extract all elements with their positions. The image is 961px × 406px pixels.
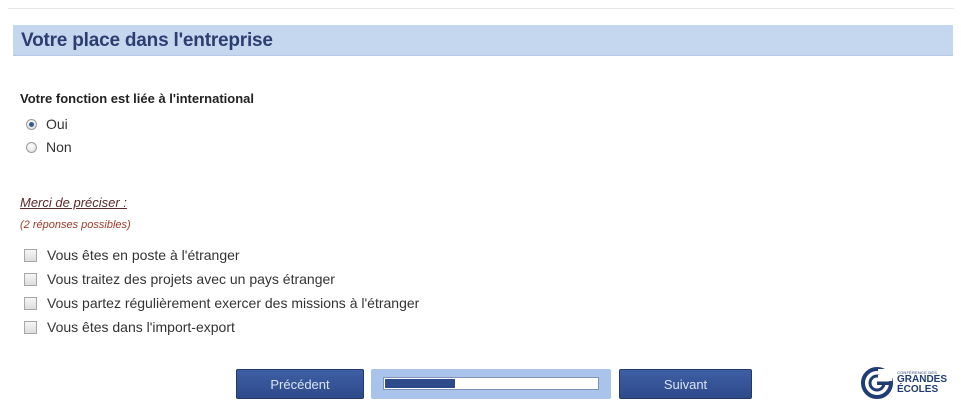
logo-line3: ÉCOLES <box>897 384 939 395</box>
checkbox-label: Vous partez régulièrement exercer des mi… <box>47 295 420 311</box>
survey-panel: Votre place dans l'entreprise Votre fonc… <box>8 8 954 401</box>
radio-button-non[interactable] <box>26 141 37 153</box>
checkbox-option-import-export[interactable]: Vous êtes dans l'import-export <box>24 318 235 336</box>
cge-logo-mark-icon <box>861 367 893 399</box>
section-title: Votre place dans l'entreprise <box>21 30 273 51</box>
checkbox-option-projets[interactable]: Vous traitez des projets avec un pays ét… <box>24 270 335 288</box>
question-label: Votre fonction est liée à l'internationa… <box>20 91 254 106</box>
radio-button-oui[interactable] <box>26 118 37 130</box>
checkbox-label: Vous traitez des projets avec un pays ét… <box>47 271 335 287</box>
radio-option-oui[interactable]: Oui <box>26 115 68 133</box>
checkbox-missions[interactable] <box>24 296 37 310</box>
cge-logo: CONFÉRENCE DES GRANDES ÉCOLES <box>861 365 961 401</box>
checkbox-option-missions[interactable]: Vous partez régulièrement exercer des mi… <box>24 294 419 312</box>
checkbox-poste-etranger[interactable] <box>24 248 37 262</box>
progress-fill <box>385 379 455 388</box>
precise-prompt: Merci de préciser : <box>20 195 127 210</box>
section-header: Votre place dans l'entreprise <box>13 25 953 56</box>
checkbox-projets[interactable] <box>24 272 37 286</box>
answers-hint: (2 réponses possibles) <box>20 219 131 231</box>
checkbox-label: Vous êtes dans l'import-export <box>47 319 235 335</box>
checkbox-import-export[interactable] <box>24 320 37 334</box>
progress-bar <box>371 369 611 399</box>
checkbox-label: Vous êtes en poste à l'étranger <box>47 247 240 263</box>
cge-logo-text: CONFÉRENCE DES GRANDES ÉCOLES <box>897 371 947 395</box>
progress-track <box>383 377 599 390</box>
radio-label-oui: Oui <box>46 116 68 132</box>
checkbox-option-poste-etranger[interactable]: Vous êtes en poste à l'étranger <box>24 246 240 264</box>
radio-option-non[interactable]: Non <box>26 138 72 156</box>
radio-label-non: Non <box>46 139 72 155</box>
previous-button[interactable]: Précédent <box>236 369 364 399</box>
next-button[interactable]: Suivant <box>619 369 752 399</box>
